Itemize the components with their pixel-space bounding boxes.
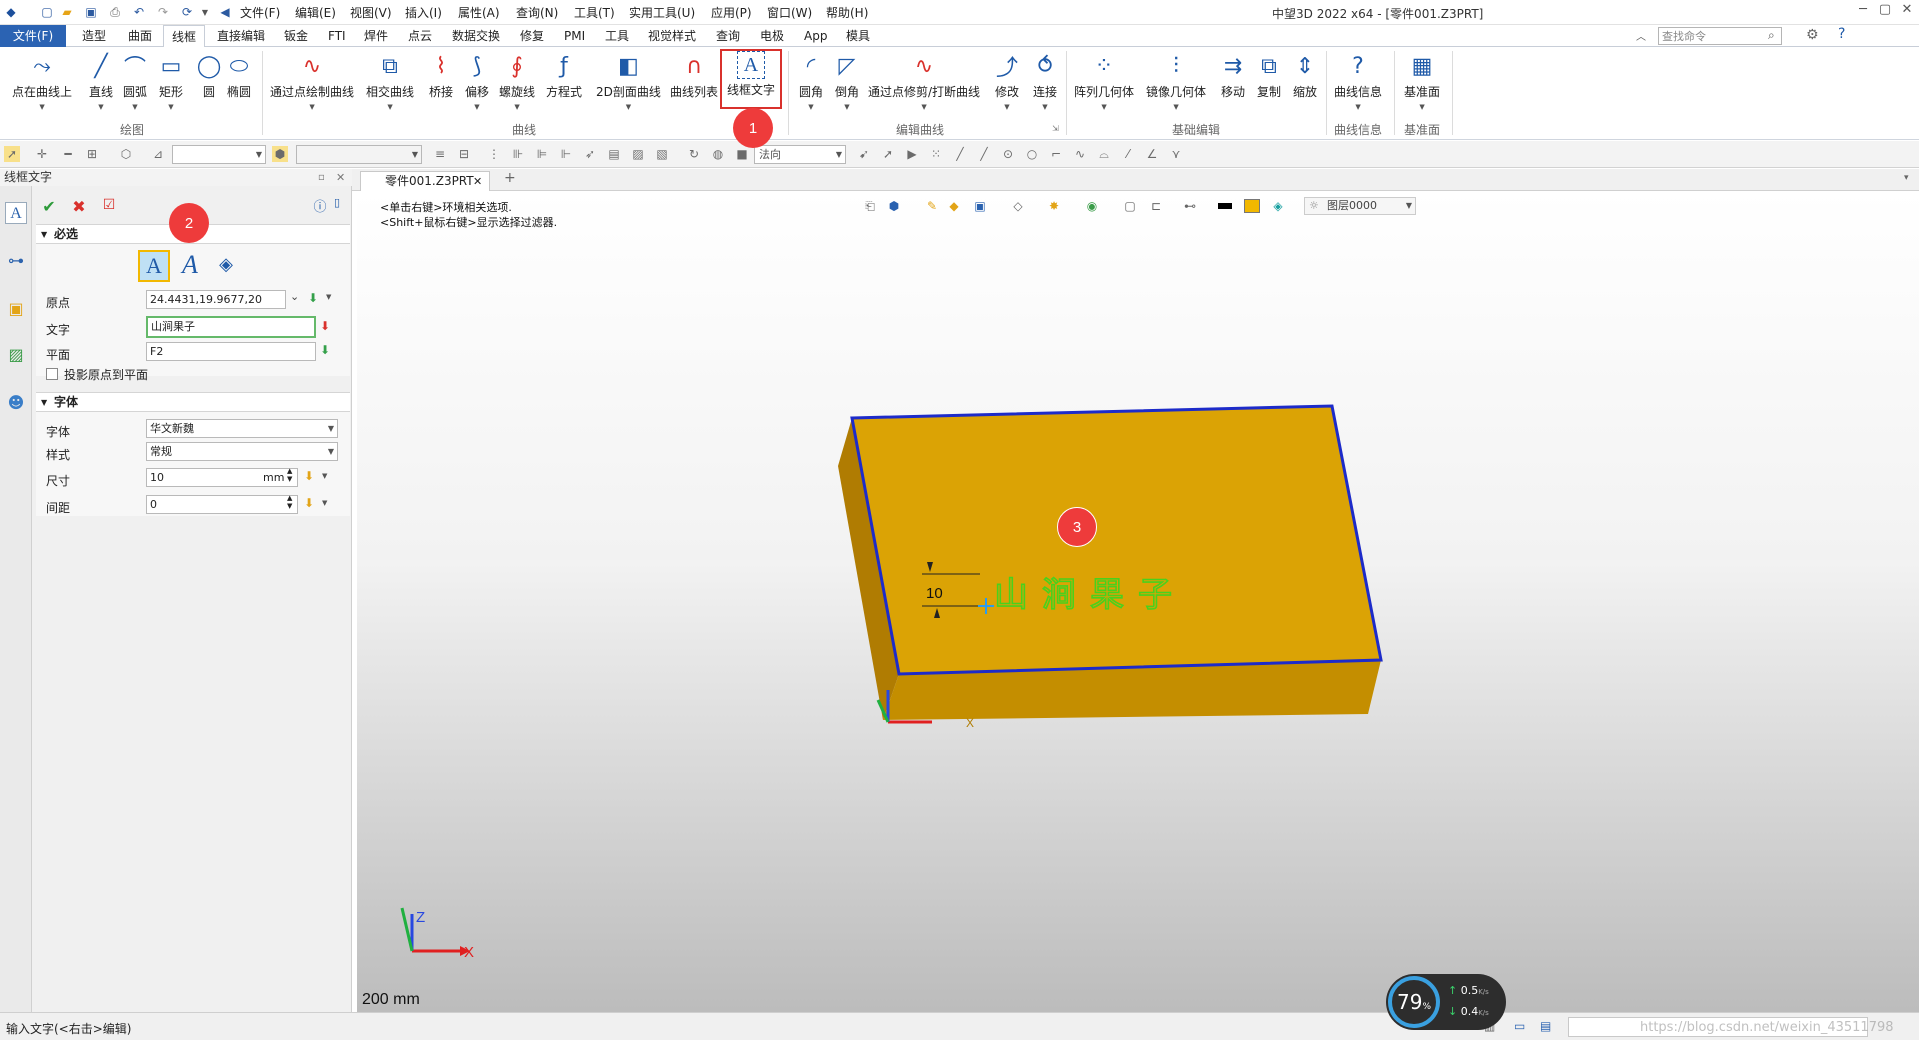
step-badge-2: 2 (169, 203, 209, 243)
global-x-label: X (464, 944, 474, 961)
status-window-icon[interactable]: ▤ (1540, 1019, 1551, 1033)
status-bar: 输入文字(<右击>编辑) ▥ ▭ ▤ https://blog.csdn.net… (0, 1012, 1919, 1040)
dimension-value: 10 (926, 585, 943, 602)
global-z-label: Z (416, 909, 425, 926)
block-top-face (852, 406, 1381, 674)
upload-speed: ↑ 0.5K/s (1448, 984, 1489, 997)
watermark: https://blog.csdn.net/weixin_43511798 (1640, 1020, 1894, 1035)
scene-svg: 10 山涧果子 X X Z 200 mm (362, 404, 1383, 1008)
network-speed-widget: 79% ↑ 0.5K/s ↓ 0.4K/s (1386, 974, 1506, 1030)
step-badge-3: 3 (1057, 507, 1097, 547)
status-monitor-icon[interactable]: ▭ (1514, 1019, 1525, 1033)
cpu-gauge: 79% (1388, 976, 1440, 1028)
scale-label: 200 mm (362, 991, 420, 1008)
text-preview: 山涧果子 (994, 575, 1186, 615)
status-text: 输入文字(<右击>编辑) (6, 1022, 132, 1036)
local-x-label: X (966, 716, 974, 730)
step-badge-1: 1 (733, 108, 773, 148)
download-speed: ↓ 0.4K/s (1448, 1005, 1489, 1018)
